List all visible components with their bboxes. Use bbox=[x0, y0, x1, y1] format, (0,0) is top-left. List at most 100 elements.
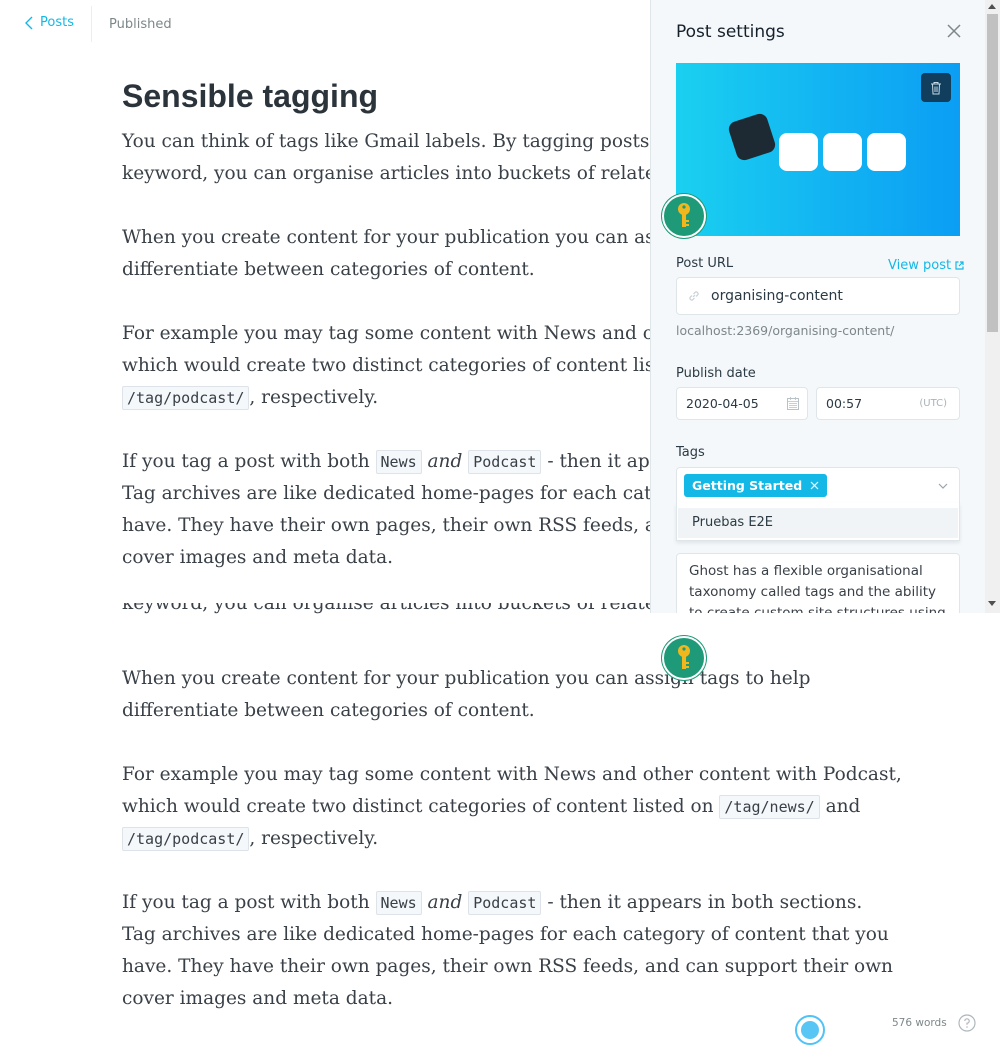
paragraph-line: have. They have their own pages, their o… bbox=[122, 515, 650, 536]
inline-code: /tag/podcast/ bbox=[122, 386, 250, 410]
paragraph-line: You can think of tags like Gmail labels.… bbox=[122, 131, 650, 152]
back-link-label: Posts bbox=[40, 15, 74, 30]
tags-dropdown-option[interactable]: Pruebas E2E bbox=[678, 508, 958, 538]
editor-body-top[interactable]: Sensible tagging You can think of tags l… bbox=[0, 50, 650, 612]
view-post-link[interactable]: View post bbox=[888, 258, 964, 273]
publish-date-value: 2020-04-05 bbox=[686, 396, 759, 411]
text-run: and bbox=[825, 796, 861, 817]
text-run: which would create two distinct categori… bbox=[122, 796, 714, 817]
back-to-posts-link[interactable]: Posts bbox=[24, 15, 74, 30]
feature-image[interactable] bbox=[676, 63, 960, 236]
close-icon bbox=[947, 24, 961, 38]
paragraph-line: differentiate between categories of cont… bbox=[122, 259, 535, 280]
paragraph-line: /tag/podcast/, respectively. bbox=[122, 823, 882, 855]
text-run: tags bbox=[699, 668, 740, 689]
paragraph-3[interactable]: For example you may tag some content wit… bbox=[122, 759, 902, 855]
text-run: , respectively. bbox=[249, 828, 379, 849]
paragraph-line: cover images and meta data. bbox=[122, 547, 393, 568]
tags-label: Tags bbox=[676, 445, 705, 460]
post-url-preview: localhost:2369/organising-content/ bbox=[676, 323, 895, 338]
post-title[interactable]: Sensible tagging bbox=[122, 78, 378, 115]
text-run: - then it appears in both sections. bbox=[547, 451, 650, 472]
chevron-down-icon[interactable] bbox=[937, 480, 949, 492]
publish-date-input[interactable]: 2020-04-05 bbox=[676, 387, 808, 420]
timezone-label: (UTC) bbox=[919, 398, 947, 409]
tags-input[interactable]: Getting Started bbox=[676, 467, 960, 504]
inline-code: News bbox=[375, 450, 422, 474]
paragraph-line: /tag/podcast/, respectively. bbox=[122, 382, 650, 414]
tag-token-label: Getting Started bbox=[692, 478, 803, 493]
publish-time-input[interactable]: 00:57 (UTC) bbox=[816, 387, 960, 420]
calendar-icon bbox=[787, 397, 799, 410]
publish-time-value: 00:57 bbox=[826, 396, 863, 411]
key-icon bbox=[678, 645, 690, 669]
paragraph-2[interactable]: When you create content for your publica… bbox=[122, 222, 650, 286]
paragraph-4[interactable]: If you tag a post with both News and Pod… bbox=[122, 446, 650, 574]
paragraph-line: differentiate between categories of cont… bbox=[122, 700, 535, 721]
chevron-left-icon bbox=[25, 16, 33, 29]
publish-date-label: Publish date bbox=[676, 366, 756, 381]
post-url-input[interactable]: organising-content bbox=[676, 277, 960, 315]
editor-body-bottom[interactable]: keyword, you can organise articles into … bbox=[0, 603, 1000, 1055]
editor-topbar: Posts Published bbox=[0, 0, 660, 50]
text-run: When you create content for your publica… bbox=[122, 227, 650, 248]
paragraph-line: cover images and meta data. bbox=[122, 988, 393, 1009]
delete-image-button[interactable] bbox=[921, 73, 951, 102]
trash-icon bbox=[931, 81, 941, 94]
text-run: - then it appears in both sections. bbox=[547, 892, 863, 913]
feature-image-shape bbox=[823, 133, 862, 171]
text-run: which would create two distinct categori… bbox=[122, 355, 650, 376]
post-status: Published bbox=[109, 17, 172, 32]
inline-code: /tag/news/ bbox=[719, 795, 820, 819]
paragraph-line: If you tag a post with both News and Pod… bbox=[122, 887, 882, 919]
panel-scrollbar[interactable] bbox=[985, 0, 1000, 613]
paragraph-1[interactable]: You can think of tags like Gmail labels.… bbox=[122, 126, 650, 190]
topbar-divider bbox=[91, 6, 92, 42]
text-run: to help bbox=[745, 668, 811, 689]
paragraph-line: have. They have their own pages, their o… bbox=[122, 956, 893, 977]
panel-title: Post settings bbox=[676, 22, 785, 42]
text-run: If you tag a post with both bbox=[122, 892, 370, 913]
paragraph-line: For example you may tag some content wit… bbox=[122, 323, 650, 344]
word-count: 576 words bbox=[892, 1017, 947, 1029]
paragraph-line: Tag archives are like dedicated home-pag… bbox=[122, 483, 650, 504]
paragraph-line: which would create two distinct categori… bbox=[122, 350, 650, 382]
scroll-down-arrow-icon[interactable] bbox=[988, 601, 996, 606]
close-panel-button[interactable] bbox=[943, 20, 965, 42]
help-icon[interactable] bbox=[958, 1014, 976, 1032]
tags-dropdown: Pruebas E2E bbox=[676, 503, 960, 541]
inline-code: News bbox=[375, 891, 422, 915]
external-link-icon bbox=[955, 261, 964, 270]
emphasis: and bbox=[427, 451, 463, 472]
paragraph-3[interactable]: For example you may tag some content wit… bbox=[122, 318, 650, 414]
text-run: , respectively. bbox=[249, 387, 379, 408]
text-run: When you create content for your publica… bbox=[122, 668, 694, 689]
post-settings-panel: Post settings Post URL View post organis… bbox=[650, 0, 985, 613]
paragraph-4[interactable]: If you tag a post with both News and Pod… bbox=[122, 887, 893, 1015]
paragraph-line: which would create two distinct categori… bbox=[122, 791, 882, 823]
key-marker bbox=[662, 636, 706, 680]
scroll-up-arrow-icon[interactable] bbox=[988, 4, 996, 9]
cursor-indicator bbox=[795, 1015, 825, 1045]
feature-image-shape bbox=[779, 133, 818, 171]
tag-token[interactable]: Getting Started bbox=[684, 474, 828, 497]
cursor-indicator-dot bbox=[801, 1021, 819, 1039]
view-post-label: View post bbox=[888, 258, 952, 273]
paragraph-line: keyword, you can organise articles into … bbox=[122, 163, 650, 184]
inline-code: Podcast bbox=[468, 450, 542, 474]
inline-code: /tag/podcast/ bbox=[122, 827, 250, 851]
post-url-value: organising-content bbox=[711, 288, 843, 304]
paragraph-line: For example you may tag some content wit… bbox=[122, 764, 902, 785]
excerpt-textarea[interactable]: Ghost has a flexible organisational taxo… bbox=[676, 553, 960, 613]
close-small-icon[interactable] bbox=[810, 481, 819, 490]
link-icon bbox=[689, 291, 699, 301]
paragraph-line: When you create content for your publica… bbox=[122, 663, 882, 695]
feature-image-shape bbox=[726, 111, 778, 163]
paragraph-line: Tag archives are like dedicated home-pag… bbox=[122, 924, 889, 945]
key-marker bbox=[662, 194, 706, 238]
feature-image-shape bbox=[867, 133, 906, 171]
paragraph-2[interactable]: When you create content for your publica… bbox=[122, 663, 882, 727]
scroll-thumb[interactable] bbox=[987, 14, 998, 332]
post-url-label: Post URL bbox=[676, 256, 734, 271]
key-icon bbox=[678, 203, 690, 227]
